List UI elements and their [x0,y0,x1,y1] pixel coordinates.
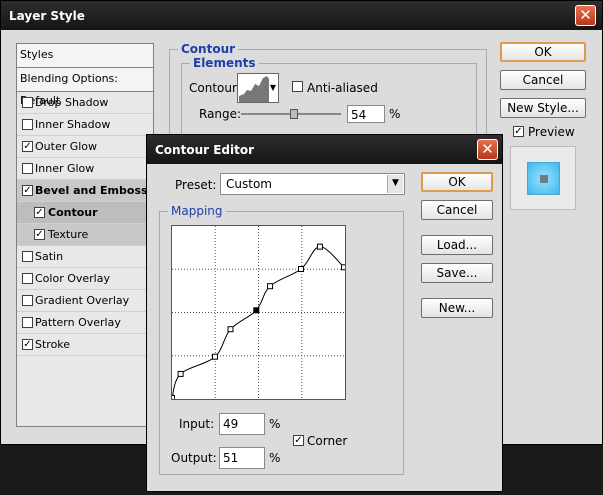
new-style-button[interactable]: New Style... [500,98,586,118]
curve-point[interactable] [212,353,218,360]
style-item-color-overlay[interactable]: Color Overlay [17,268,153,290]
preview-label: Preview [528,125,575,139]
layer-style-titlebar: Layer Style [1,1,602,30]
style-preview-box [510,146,576,210]
contour-cancel-button[interactable]: Cancel [421,200,493,220]
style-checkbox[interactable] [22,295,33,306]
style-checkbox[interactable]: ✓ [34,229,45,240]
preview-swatch [527,162,560,195]
style-item-satin[interactable]: Satin [17,246,153,268]
layer-style-title: Layer Style [9,8,85,23]
layer-style-cancel-button[interactable]: Cancel [500,70,586,90]
contour-editor-close-button[interactable]: ✕ [477,139,498,160]
range-slider-thumb[interactable] [290,109,298,119]
curve-points[interactable] [172,243,346,400]
save-button[interactable]: Save... [421,263,493,283]
preset-select[interactable]: Custom ▼ [220,173,405,195]
style-checkbox[interactable]: ✓ [22,185,33,196]
curve-point[interactable] [227,326,234,333]
curve-point[interactable] [177,370,184,377]
input-unit: % [269,417,281,431]
corner-checkbox[interactable]: ✓ [293,435,304,446]
curve-point[interactable] [341,264,346,271]
curve-plot[interactable] [172,226,345,399]
style-checkbox[interactable] [22,119,33,130]
curve-point-selected[interactable] [253,307,260,314]
contour-thumbnail [239,76,269,102]
style-item-drop-shadow[interactable]: Drop Shadow [17,92,153,114]
contour-picker[interactable]: ▼ [237,73,279,103]
range-input[interactable]: 54 [347,105,385,123]
output-field[interactable]: 51 [219,447,265,469]
preview-checkbox[interactable]: ✓ [513,126,524,137]
style-label: Stroke [35,338,71,351]
style-label: Satin [35,250,64,263]
curve-graph[interactable] [171,225,346,400]
contour-editor-titlebar: Contour Editor [147,135,502,164]
style-item-outer-glow[interactable]: ✓ Outer Glow [17,136,153,158]
style-checkbox[interactable] [22,273,33,284]
output-label: Output: [171,451,217,465]
style-checkbox[interactable]: ✓ [22,141,33,152]
style-item-gradient-overlay[interactable]: Gradient Overlay [17,290,153,312]
style-label: Bevel and Emboss [35,184,148,197]
output-unit: % [269,451,281,465]
style-item-stroke[interactable]: ✓ Stroke [17,334,153,356]
styles-header[interactable]: Styles [17,44,153,68]
style-label: Drop Shadow [35,96,109,109]
range-unit: % [389,107,401,121]
input-field[interactable]: 49 [219,413,265,435]
style-item-bevel-and-emboss[interactable]: ✓ Bevel and Emboss [17,180,153,202]
preset-value: Custom [226,177,272,191]
load-button[interactable]: Load... [421,235,493,255]
curve-point[interactable] [172,395,175,400]
chevron-down-icon: ▼ [392,178,399,188]
style-item-inner-glow[interactable]: Inner Glow [17,158,153,180]
style-label: Contour [48,206,98,219]
chevron-down-icon: ▼ [269,83,276,92]
preview-swatch-center [540,175,548,183]
contour-heading: Contour [178,42,239,56]
blending-options-item[interactable]: Blending Options: Default [17,68,153,107]
contour-ok-button[interactable]: OK [421,172,493,192]
style-label: Inner Shadow [35,118,111,131]
style-checkbox[interactable]: ✓ [34,207,45,218]
layer-style-close-button[interactable]: ✕ [575,5,596,26]
style-checkbox[interactable] [22,251,33,262]
corner-label: Corner [307,434,348,448]
preset-dropdown-button[interactable]: ▼ [387,175,403,193]
style-checkbox[interactable]: ✓ [22,339,33,350]
mapping-heading: Mapping [168,204,226,218]
style-label: Color Overlay [35,272,110,285]
anti-aliased-label: Anti-aliased [307,81,378,95]
contour-editor-window: Contour Editor ✕ Preset: Custom ▼ Mappin… [146,134,503,492]
style-label: Inner Glow [35,162,95,175]
anti-aliased-checkbox[interactable] [292,81,303,92]
style-item-texture[interactable]: ✓ Texture [17,224,153,246]
style-checkbox[interactable] [22,163,33,174]
style-checkbox[interactable] [22,97,33,108]
curve-point[interactable] [267,283,274,290]
style-item-inner-shadow[interactable]: Inner Shadow [17,114,153,136]
style-label: Outer Glow [35,140,98,153]
curve-point[interactable] [298,266,304,272]
style-label: Pattern Overlay [35,316,121,329]
range-label: Range: [199,107,242,121]
layer-style-ok-button[interactable]: OK [500,42,586,62]
curve-point[interactable] [316,243,323,250]
styles-list: Styles Blending Options: Default Drop Sh… [16,43,154,427]
contour-label: Contour: [189,81,241,95]
input-label: Input: [179,417,215,431]
style-checkbox[interactable] [22,317,33,328]
elements-heading: Elements [190,56,259,70]
style-item-pattern-overlay[interactable]: Pattern Overlay [17,312,153,334]
style-label: Gradient Overlay [35,294,130,307]
new-button[interactable]: New... [421,298,493,318]
style-label: Texture [48,228,89,241]
preset-label: Preset: [175,178,217,192]
style-item-contour[interactable]: ✓ Contour [17,202,153,224]
contour-editor-title: Contour Editor [155,142,255,157]
